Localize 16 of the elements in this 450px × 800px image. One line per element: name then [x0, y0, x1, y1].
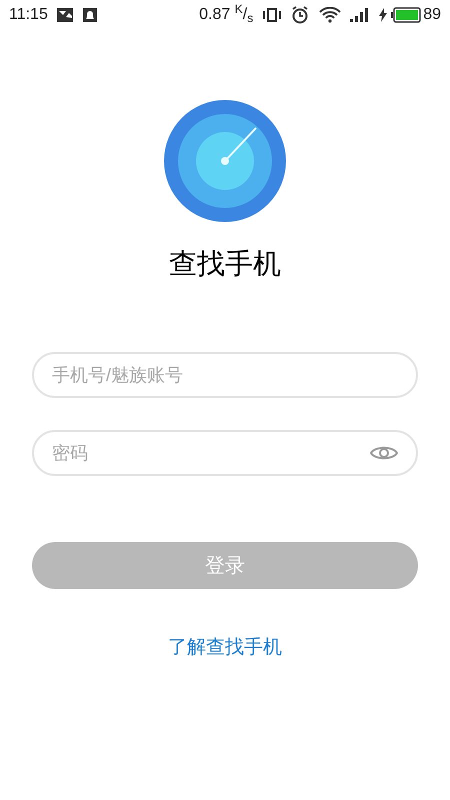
battery-icon — [391, 7, 422, 23]
charging-icon — [379, 8, 388, 22]
account-field[interactable]: 手机号/魅族账号 — [32, 352, 418, 398]
password-field[interactable]: 密码 — [32, 430, 418, 476]
app-logo-icon — [164, 100, 286, 222]
vibrate-icon — [263, 7, 282, 23]
app-title: 查找手机 — [169, 247, 281, 281]
wifi-icon — [319, 7, 342, 23]
learn-more-link[interactable]: 了解查找手机 — [168, 634, 282, 662]
battery-level: 89 — [423, 5, 441, 25]
notification-icon — [82, 7, 98, 23]
network-speed: 0.87 $^{K}$/$_{s}$ — [199, 3, 254, 27]
image-icon — [56, 7, 74, 23]
eye-icon[interactable] — [370, 444, 398, 462]
status-time: 11:15 — [9, 5, 48, 25]
alarm-icon — [291, 6, 310, 24]
